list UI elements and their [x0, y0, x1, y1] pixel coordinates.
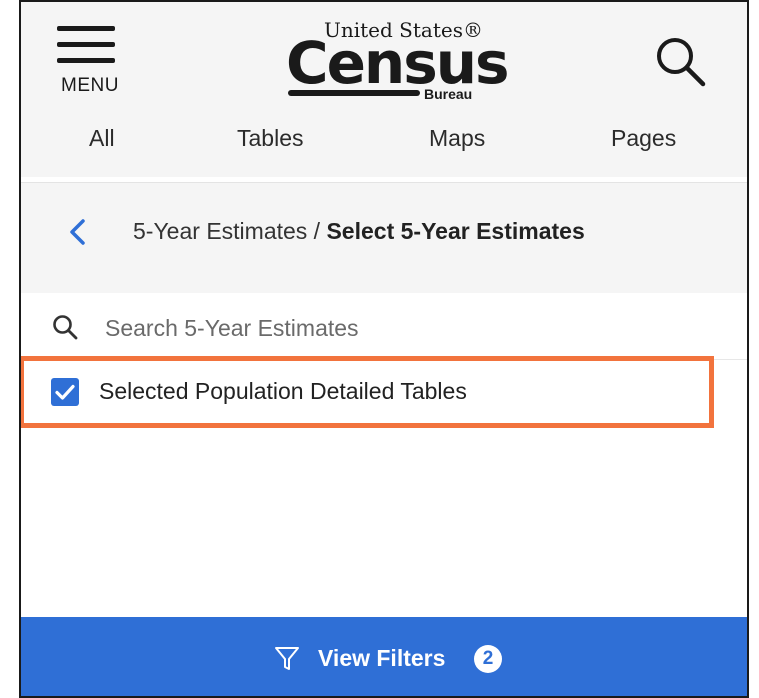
- checkmark-icon: [55, 384, 75, 400]
- filter-icon: [275, 647, 299, 670]
- filter-count-badge: 2: [474, 645, 502, 673]
- search-icon: [657, 38, 706, 87]
- menu-button[interactable]: MENU: [51, 20, 131, 100]
- tab-tables[interactable]: Tables: [237, 125, 303, 152]
- logo-line-bureau: Bureau: [424, 86, 473, 102]
- hamburger-icon: [57, 26, 117, 66]
- view-filters-button[interactable]: View Filters 2: [21, 617, 747, 696]
- breadcrumb-current: Select 5-Year Estimates: [326, 218, 585, 244]
- search-input[interactable]: [103, 307, 707, 349]
- tab-pages[interactable]: Pages: [611, 125, 676, 152]
- checkbox-checked[interactable]: [51, 378, 79, 406]
- filter-search-row: [21, 295, 747, 360]
- census-logo[interactable]: United States® Census Bureau: [286, 16, 510, 106]
- menu-label: MENU: [61, 75, 119, 96]
- option-label: Selected Population Detailed Tables: [99, 378, 467, 404]
- search-button[interactable]: [651, 32, 711, 92]
- tab-maps[interactable]: Maps: [429, 125, 485, 152]
- breadcrumb-separator: /: [307, 218, 327, 244]
- site-header: MENU United States® Census Bureau All Ta…: [21, 2, 747, 177]
- breadcrumb: 5-Year Estimates / Select 5-Year Estimat…: [133, 218, 585, 245]
- back-button[interactable]: [66, 217, 90, 247]
- logo-wordmark: Census: [286, 29, 510, 97]
- breadcrumb-parent[interactable]: 5-Year Estimates: [133, 218, 307, 244]
- logo-underline: [288, 90, 420, 96]
- chevron-left-icon: [70, 219, 85, 245]
- breadcrumb-bar: 5-Year Estimates / Select 5-Year Estimat…: [21, 182, 747, 293]
- view-filters-label: View Filters: [318, 645, 446, 671]
- tab-all[interactable]: All: [89, 125, 115, 152]
- search-scope-tabs: All Tables Maps Pages: [21, 125, 747, 165]
- search-icon: [53, 315, 78, 340]
- mobile-frame: MENU United States® Census Bureau All Ta…: [19, 0, 749, 698]
